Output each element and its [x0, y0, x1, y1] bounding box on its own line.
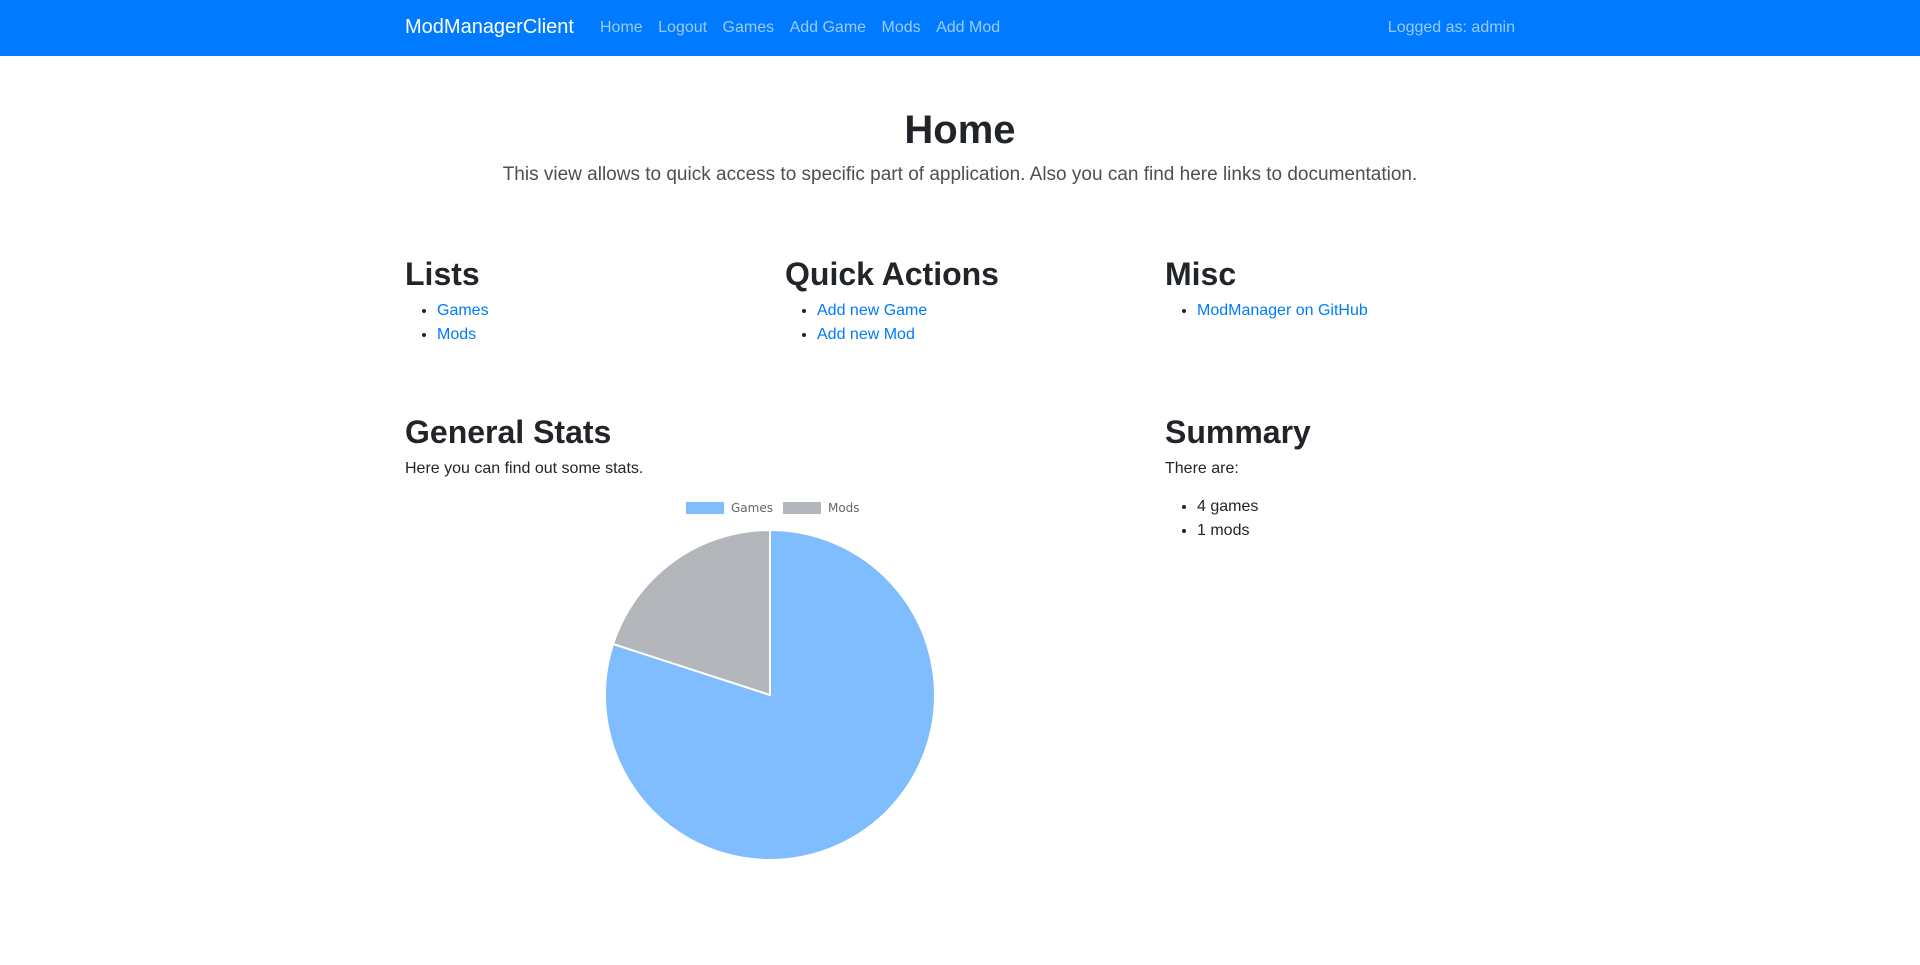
brand-link[interactable]: ModManagerClient — [405, 16, 574, 39]
lists-section: Lists Games Mods — [405, 255, 765, 347]
legend-swatch — [782, 501, 821, 514]
summary-heading: Summary — [1165, 414, 1311, 450]
quick-actions-heading: Quick Actions — [785, 256, 999, 292]
general-stats-description: Here you can find out some stats. — [405, 460, 644, 477]
navbar-inner: ModManagerClient Home Logout Games Add G… — [405, 0, 1515, 56]
quick-actions-section: Quick Actions Add new Game Add new Mod — [785, 255, 1145, 347]
nav-link-games[interactable]: Games — [723, 19, 775, 37]
misc-list: ModManager on GitHub — [1165, 299, 1525, 323]
legend-swatch — [686, 501, 724, 514]
misc-section: Misc ModManager on GitHub — [1165, 255, 1525, 323]
nav-link-logout[interactable]: Logout — [658, 19, 707, 37]
legend-label: Mods — [827, 500, 860, 515]
list-item: Add new Mod — [817, 323, 1145, 347]
add-new-mod-link[interactable]: Add new Mod — [817, 326, 915, 343]
chart-legend: Games Mods — [686, 500, 870, 515]
nav-links: Home Logout Games Add Game Mods Add Mod — [600, 19, 1011, 37]
misc-heading: Misc — [1165, 256, 1237, 292]
nav-link-home[interactable]: Home — [600, 19, 643, 37]
legend-item-games[interactable]: Games — [686, 500, 773, 515]
page-lead: This view allows to quick access to spec… — [502, 164, 1418, 185]
legend-label: Games — [731, 500, 773, 515]
lists-heading: Lists — [405, 256, 480, 292]
list-item: Add new Game — [817, 299, 1145, 323]
mods-list-link[interactable]: Mods — [437, 326, 476, 343]
general-stats-section: General Stats Here you can find out some… — [405, 413, 1145, 481]
list-item: Games — [437, 299, 765, 323]
lists-list: Games Mods — [405, 299, 765, 347]
legend-item-mods[interactable]: Mods — [782, 500, 860, 515]
games-list-link[interactable]: Games — [437, 302, 489, 319]
page-title: Home — [904, 108, 1016, 152]
github-link[interactable]: ModManager on GitHub — [1197, 302, 1368, 319]
list-item: ModManager on GitHub — [1197, 299, 1525, 323]
summary-mods-count: 1 mods — [1197, 519, 1525, 543]
quick-actions-list: Add new Game Add new Mod — [785, 299, 1145, 347]
nav-link-mods[interactable]: Mods — [882, 19, 921, 37]
list-item: Mods — [437, 323, 765, 347]
nav-link-add-game[interactable]: Add Game — [790, 19, 866, 37]
add-new-game-link[interactable]: Add new Game — [817, 302, 927, 319]
navbar: ModManagerClient Home Logout Games Add G… — [0, 0, 1920, 56]
summary-games-count: 4 games — [1197, 495, 1525, 519]
stats-chart: Games Mods — [405, 500, 1135, 870]
nav-link-add-mod[interactable]: Add Mod — [936, 19, 1000, 37]
logged-user-text: Logged as: admin — [1387, 19, 1515, 36]
summary-section: Summary There are: 4 games 1 mods — [1165, 413, 1525, 543]
general-stats-heading: General Stats — [405, 414, 612, 450]
summary-intro: There are: — [1165, 460, 1239, 477]
pie-chart — [604, 528, 936, 861]
summary-list: 4 games 1 mods — [1165, 495, 1525, 543]
